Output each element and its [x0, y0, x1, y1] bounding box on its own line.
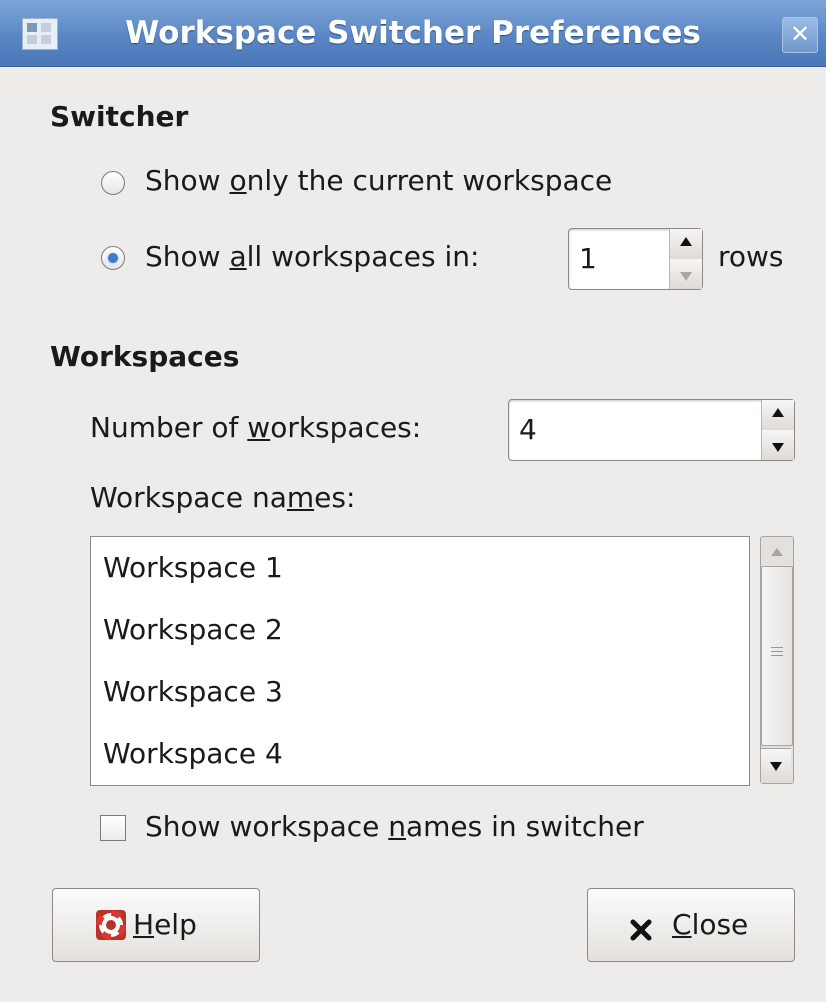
scroll-down-arrow-icon[interactable]	[761, 748, 791, 783]
workspace-names-scrollbar[interactable]	[760, 536, 794, 784]
rows-value[interactable]: 1	[579, 229, 597, 289]
list-item[interactable]: Workspace 2	[103, 613, 283, 646]
switcher-heading: Switcher	[50, 100, 189, 133]
workspaces-decrement-button[interactable]	[762, 430, 794, 460]
arrow-up-icon	[680, 237, 692, 246]
arrow-up-icon	[772, 408, 784, 417]
radio-show-current-label[interactable]: Show only the current workspace	[145, 164, 612, 197]
radio-show-all-label[interactable]: Show all workspaces in:	[145, 240, 479, 273]
workspaces-spinbutton[interactable]: 4	[508, 399, 795, 461]
rows-decrement-button[interactable]	[670, 259, 702, 289]
rows-spinbutton[interactable]: 1	[568, 228, 703, 290]
help-button[interactable]: Help	[52, 888, 260, 962]
workspaces-value[interactable]: 4	[519, 400, 537, 460]
radio-show-all[interactable]	[101, 246, 125, 270]
title-bar: Workspace Switcher Preferences ✕	[0, 0, 826, 67]
close-x-icon	[630, 915, 652, 941]
window-title: Workspace Switcher Preferences	[125, 15, 701, 51]
workspaces-increment-button[interactable]	[762, 400, 794, 431]
show-names-checkbox-label[interactable]: Show workspace names in switcher	[145, 810, 644, 843]
radio-show-current[interactable]	[101, 171, 125, 195]
rows-suffix: rows	[718, 240, 784, 273]
list-item[interactable]: Workspace 1	[103, 551, 283, 584]
show-names-checkbox[interactable]	[100, 815, 126, 841]
help-button-label: Help	[133, 908, 197, 941]
workspace-names-label: Workspace names:	[90, 481, 356, 514]
scrollbar-thumb[interactable]	[761, 566, 793, 746]
list-item[interactable]: Workspace 4	[103, 737, 283, 770]
help-lifebuoy-icon	[95, 909, 127, 941]
close-button-label: Close	[672, 908, 749, 941]
scroll-up-arrow-icon[interactable]	[771, 548, 783, 556]
rows-increment-button[interactable]	[670, 229, 702, 260]
list-item[interactable]: Workspace 3	[103, 675, 283, 708]
close-icon[interactable]: ✕	[782, 17, 818, 53]
arrow-down-icon	[680, 272, 692, 281]
close-button[interactable]: Close	[587, 888, 795, 962]
arrow-down-icon	[772, 443, 784, 452]
workspace-names-list[interactable]: Workspace 1 Workspace 2 Workspace 3 Work…	[90, 536, 750, 786]
number-of-workspaces-label: Number of workspaces:	[90, 411, 422, 444]
workspaces-heading: Workspaces	[50, 340, 240, 373]
